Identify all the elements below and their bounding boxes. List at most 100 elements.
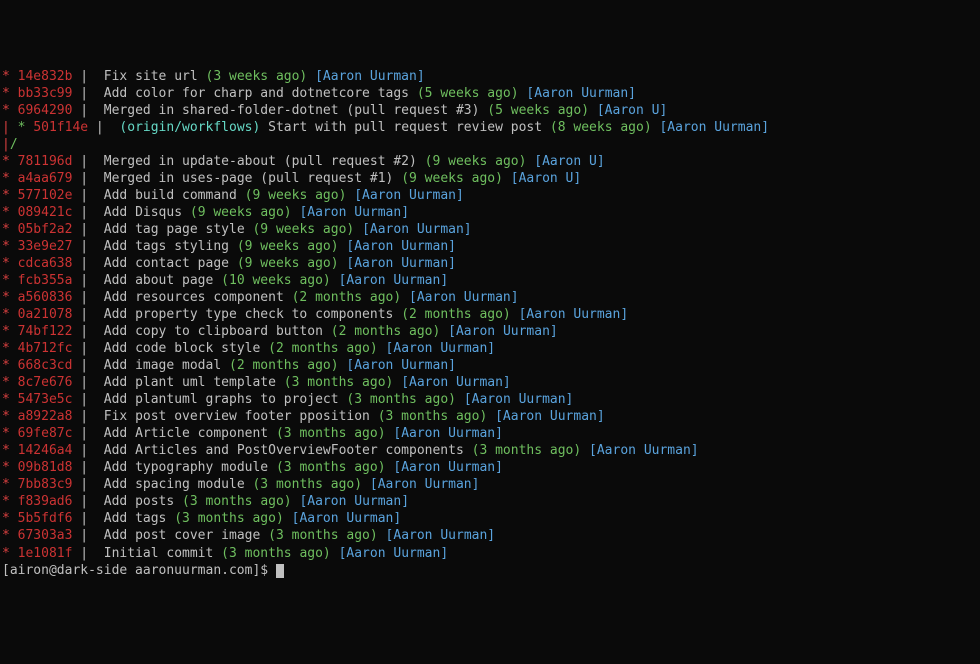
separator: |: [72, 426, 103, 441]
separator: |: [72, 477, 103, 492]
commit-date: (9 weeks ago): [425, 154, 527, 169]
commit-message: Add post cover image: [104, 528, 261, 543]
commit-author: [Aaron Uurman]: [589, 443, 699, 458]
commit-author: [Aaron Uurman]: [346, 256, 456, 271]
shell-prompt: [airon@dark-side aaronuurman.com]$: [2, 563, 276, 578]
commit-hash: 501f14e: [33, 120, 88, 135]
commit-message: Add resources component: [104, 290, 284, 305]
commit-message: Add tag page style: [104, 222, 245, 237]
separator: |: [72, 205, 103, 220]
git-log-line: | * 501f14e | (origin/workflows) Start w…: [2, 119, 978, 136]
separator: |: [72, 171, 103, 186]
graph-char: *: [2, 205, 10, 220]
graph-char: *: [2, 426, 10, 441]
commit-hash: 5473e5c: [18, 392, 73, 407]
commit-author: [Aaron Uurman]: [362, 222, 472, 237]
commit-date: (2 months ago): [292, 290, 402, 305]
graph-char: *: [2, 392, 10, 407]
commit-message: Add code block style: [104, 341, 261, 356]
separator: |: [72, 324, 103, 339]
git-log-line: * 67303a3 | Add post cover image (3 mont…: [2, 527, 978, 544]
commit-message: Add property type check to components: [104, 307, 394, 322]
commit-author: [Aaron Uurman]: [339, 546, 449, 561]
git-log-line: * 74bf122 | Add copy to clipboard button…: [2, 323, 978, 340]
separator: |: [72, 86, 103, 101]
commit-date: (3 months ago): [284, 375, 394, 390]
commit-date: (9 weeks ago): [237, 256, 339, 271]
graph-char: *: [2, 477, 10, 492]
graph-char: *: [2, 511, 10, 526]
git-log-line: * bb33c99 | Add color for charp and dotn…: [2, 85, 978, 102]
commit-author: [Aaron Uurman]: [526, 86, 636, 101]
git-log-line: * 8c7e676 | Add plant uml template (3 mo…: [2, 374, 978, 391]
commit-message: Merged in uses-page (pull request #1): [104, 171, 394, 186]
graph-char: *: [2, 341, 10, 356]
commit-message: Add tags: [104, 511, 167, 526]
separator: |: [72, 358, 103, 373]
commit-author: [Aaron Uurman]: [448, 324, 558, 339]
commit-author: [Aaron Uurman]: [299, 494, 409, 509]
graph-char: *: [2, 358, 10, 373]
commit-author: [Aaron Uurman]: [386, 528, 496, 543]
commit-date: (3 months ago): [268, 528, 378, 543]
commit-author: [Aaron Uurman]: [393, 426, 503, 441]
commit-hash: a8922a8: [18, 409, 73, 424]
commit-hash: a560836: [18, 290, 73, 305]
separator: |: [72, 375, 103, 390]
graph-char: *: [2, 86, 10, 101]
separator: |: [72, 307, 103, 322]
separator: |: [72, 494, 103, 509]
commit-author: [Aaron Uurman]: [519, 307, 629, 322]
graph-char: *: [2, 171, 10, 186]
commit-message: Add spacing module: [104, 477, 245, 492]
terminal-output[interactable]: * 14e832b | Fix site url (3 weeks ago) […: [0, 68, 980, 578]
graph-char: *: [2, 409, 10, 424]
git-log-line: * 5473e5c | Add plantuml graphs to proje…: [2, 391, 978, 408]
commit-author: [Aaron Uurman]: [464, 392, 574, 407]
commit-hash: 0a21078: [18, 307, 73, 322]
commit-hash: 33e9e27: [18, 239, 73, 254]
git-log-line: * f839ad6 | Add posts (3 months ago) [Aa…: [2, 493, 978, 510]
commit-message: Add tags styling: [104, 239, 229, 254]
commit-hash: a4aa679: [18, 171, 73, 186]
git-log-line: * fcb355a | Add about page (10 weeks ago…: [2, 272, 978, 289]
commit-author: [Aaron U]: [597, 103, 667, 118]
commit-hash: 1e1081f: [18, 546, 73, 561]
commit-message: Start with pull request review post: [268, 120, 542, 135]
commit-hash: 7bb83c9: [18, 477, 73, 492]
separator: |: [72, 546, 103, 561]
commit-date: (3 months ago): [221, 546, 331, 561]
commit-message: Add posts: [104, 494, 174, 509]
commit-date: (3 months ago): [276, 460, 386, 475]
git-log-line: * 668c3cd | Add image modal (2 months ag…: [2, 357, 978, 374]
graph-char: *: [2, 103, 10, 118]
separator: |: [72, 239, 103, 254]
graph-char: *: [2, 256, 10, 271]
graph-char: *: [2, 290, 10, 305]
commit-date: (3 months ago): [378, 409, 488, 424]
commit-date: (9 weeks ago): [245, 188, 347, 203]
commit-date: (5 weeks ago): [487, 103, 589, 118]
commit-message: Add typography module: [104, 460, 268, 475]
commit-hash: 089421c: [18, 205, 73, 220]
commit-date: (2 months ago): [268, 341, 378, 356]
separator: |: [72, 154, 103, 169]
commit-date: (2 months ago): [401, 307, 511, 322]
commit-message: Add about page: [104, 273, 214, 288]
graph-char: *: [2, 273, 10, 288]
graph-char: *: [2, 307, 10, 322]
commit-hash: 69fe87c: [18, 426, 73, 441]
commit-author: [Aaron Uurman]: [346, 358, 456, 373]
commit-author: [Aaron Uurman]: [292, 511, 402, 526]
shell-prompt-line[interactable]: [airon@dark-side aaronuurman.com]$: [2, 562, 978, 579]
commit-author: [Aaron U]: [511, 171, 581, 186]
commit-date: (10 weeks ago): [221, 273, 331, 288]
git-log-line: * 6964290 | Merged in shared-folder-dotn…: [2, 102, 978, 119]
commit-message: Add plantuml graphs to project: [104, 392, 339, 407]
graph-char: *: [2, 154, 10, 169]
commit-hash: bb33c99: [18, 86, 73, 101]
commit-date: (9 weeks ago): [252, 222, 354, 237]
commit-message: Add image modal: [104, 358, 221, 373]
git-log-line: * 05bf2a2 | Add tag page style (9 weeks …: [2, 221, 978, 238]
commit-hash: 781196d: [18, 154, 73, 169]
